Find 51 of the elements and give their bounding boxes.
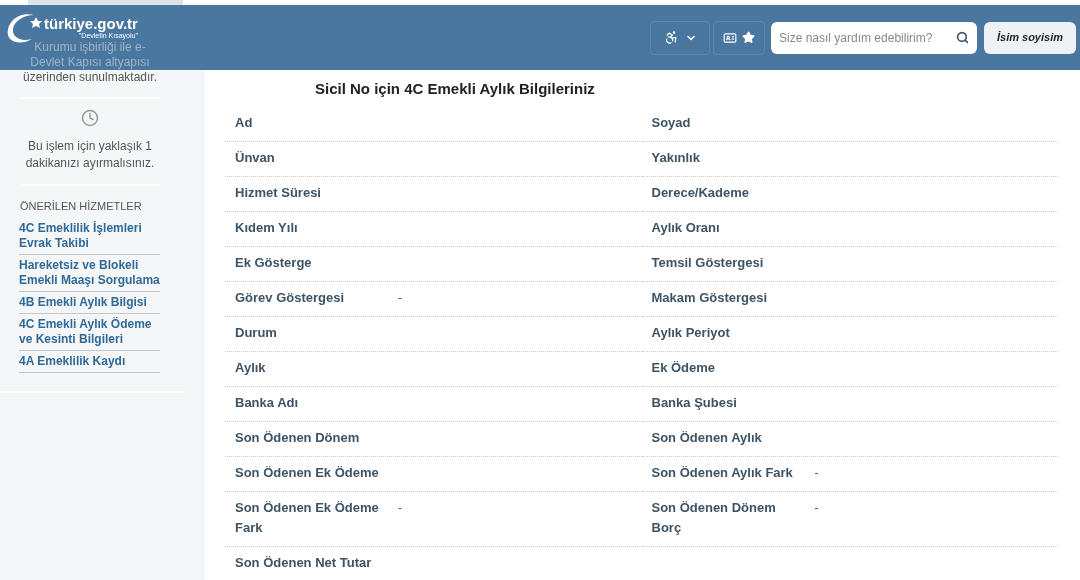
field-label: Soyad <box>650 113 692 132</box>
field-label: Ek Gösterge <box>234 253 313 272</box>
page-title: Sicil No için 4C Emekli Aylık Bilgileriniz <box>315 79 596 99</box>
id-card-icon <box>723 30 737 45</box>
field-label: Aylık Periyot <box>650 323 731 342</box>
field-label: Son Ödenen Dönem <box>234 428 361 447</box>
field-label: Hizmet Süresi <box>234 183 322 202</box>
search-icon <box>956 31 969 44</box>
service-link[interactable]: 4C Emekli Aylık Ödeme ve Kesinti Bilgileri <box>19 313 160 351</box>
section-title: ÖNERİLEN HİZMETLER <box>20 199 143 214</box>
field-value: - <box>397 499 402 517</box>
field-label: Aylık <box>234 358 267 377</box>
field-value: - <box>397 289 402 307</box>
search-input[interactable]: Size nasıl yardım edebilirim? <box>779 28 956 47</box>
field-label: Son Ödenen Ek Ödeme Fark <box>234 498 380 537</box>
star-icon <box>742 31 755 44</box>
field-label: Derece/Kademe <box>650 183 751 202</box>
field-label: Makam Göstergesi <box>650 288 769 307</box>
favorites-button[interactable] <box>713 20 765 55</box>
field-label: Son Ödenen Aylık <box>650 428 763 447</box>
service-link[interactable]: 4B Emekli Aylık Bilgisi <box>19 291 160 314</box>
logo-text: türkiye.gov.tr <box>44 16 138 32</box>
service-link[interactable]: 4A Emeklilik Kaydı <box>19 350 160 373</box>
field-label: Ad <box>234 113 254 132</box>
clock-icon <box>81 109 99 127</box>
field-label: Durum <box>234 323 278 342</box>
field-label: Son Ödenen Ek Ödeme <box>234 463 380 482</box>
field-value: - <box>813 499 819 517</box>
field-label: Aylık Oranı <box>650 218 721 237</box>
field-label: Son Ödenen Aylık Fark <box>650 463 794 482</box>
field-label: Son Ödenen Dönem Borç <box>650 498 777 537</box>
field-label: Ek Ödeme <box>650 358 717 377</box>
field-label: Banka Şubesi <box>650 393 738 412</box>
intro-text: Kurumu işbirliği ile e- <box>34 40 146 55</box>
intro-text: üzerinden sunulmaktadır. <box>22 70 158 85</box>
search-field[interactable]: Size nasıl yardım edebilirim? <box>771 21 977 54</box>
field-value: - <box>813 464 819 482</box>
user-button[interactable]: İsim soyisim <box>984 21 1076 54</box>
service-link[interactable]: Hareketsiz ve Blokeli Emekli Maaşı Sorgulama <box>19 254 160 292</box>
accessibility-button[interactable] <box>650 20 710 55</box>
accessibility-icon <box>663 30 679 45</box>
field-label: Ünvan <box>234 148 276 167</box>
field-label: Yakınlık <box>650 148 701 167</box>
intro-text: Devlet Kapısı altyapısı <box>30 55 150 70</box>
field-label: Kıdem Yılı <box>234 218 299 237</box>
field-label: Görev Göstergesi <box>234 288 346 307</box>
duration-text: Bu işlem için yaklaşık 1 dakikanızı ayırmalısınız. <box>24 138 156 172</box>
service-link[interactable]: 4C Emeklilik İşlemleri Evrak Takibi <box>19 217 160 255</box>
field-label: Temsil Göstergesi <box>650 253 765 272</box>
field-label: Son Ödenen Net Tutar <box>234 553 373 572</box>
field-label: Banka Adı <box>234 393 300 412</box>
